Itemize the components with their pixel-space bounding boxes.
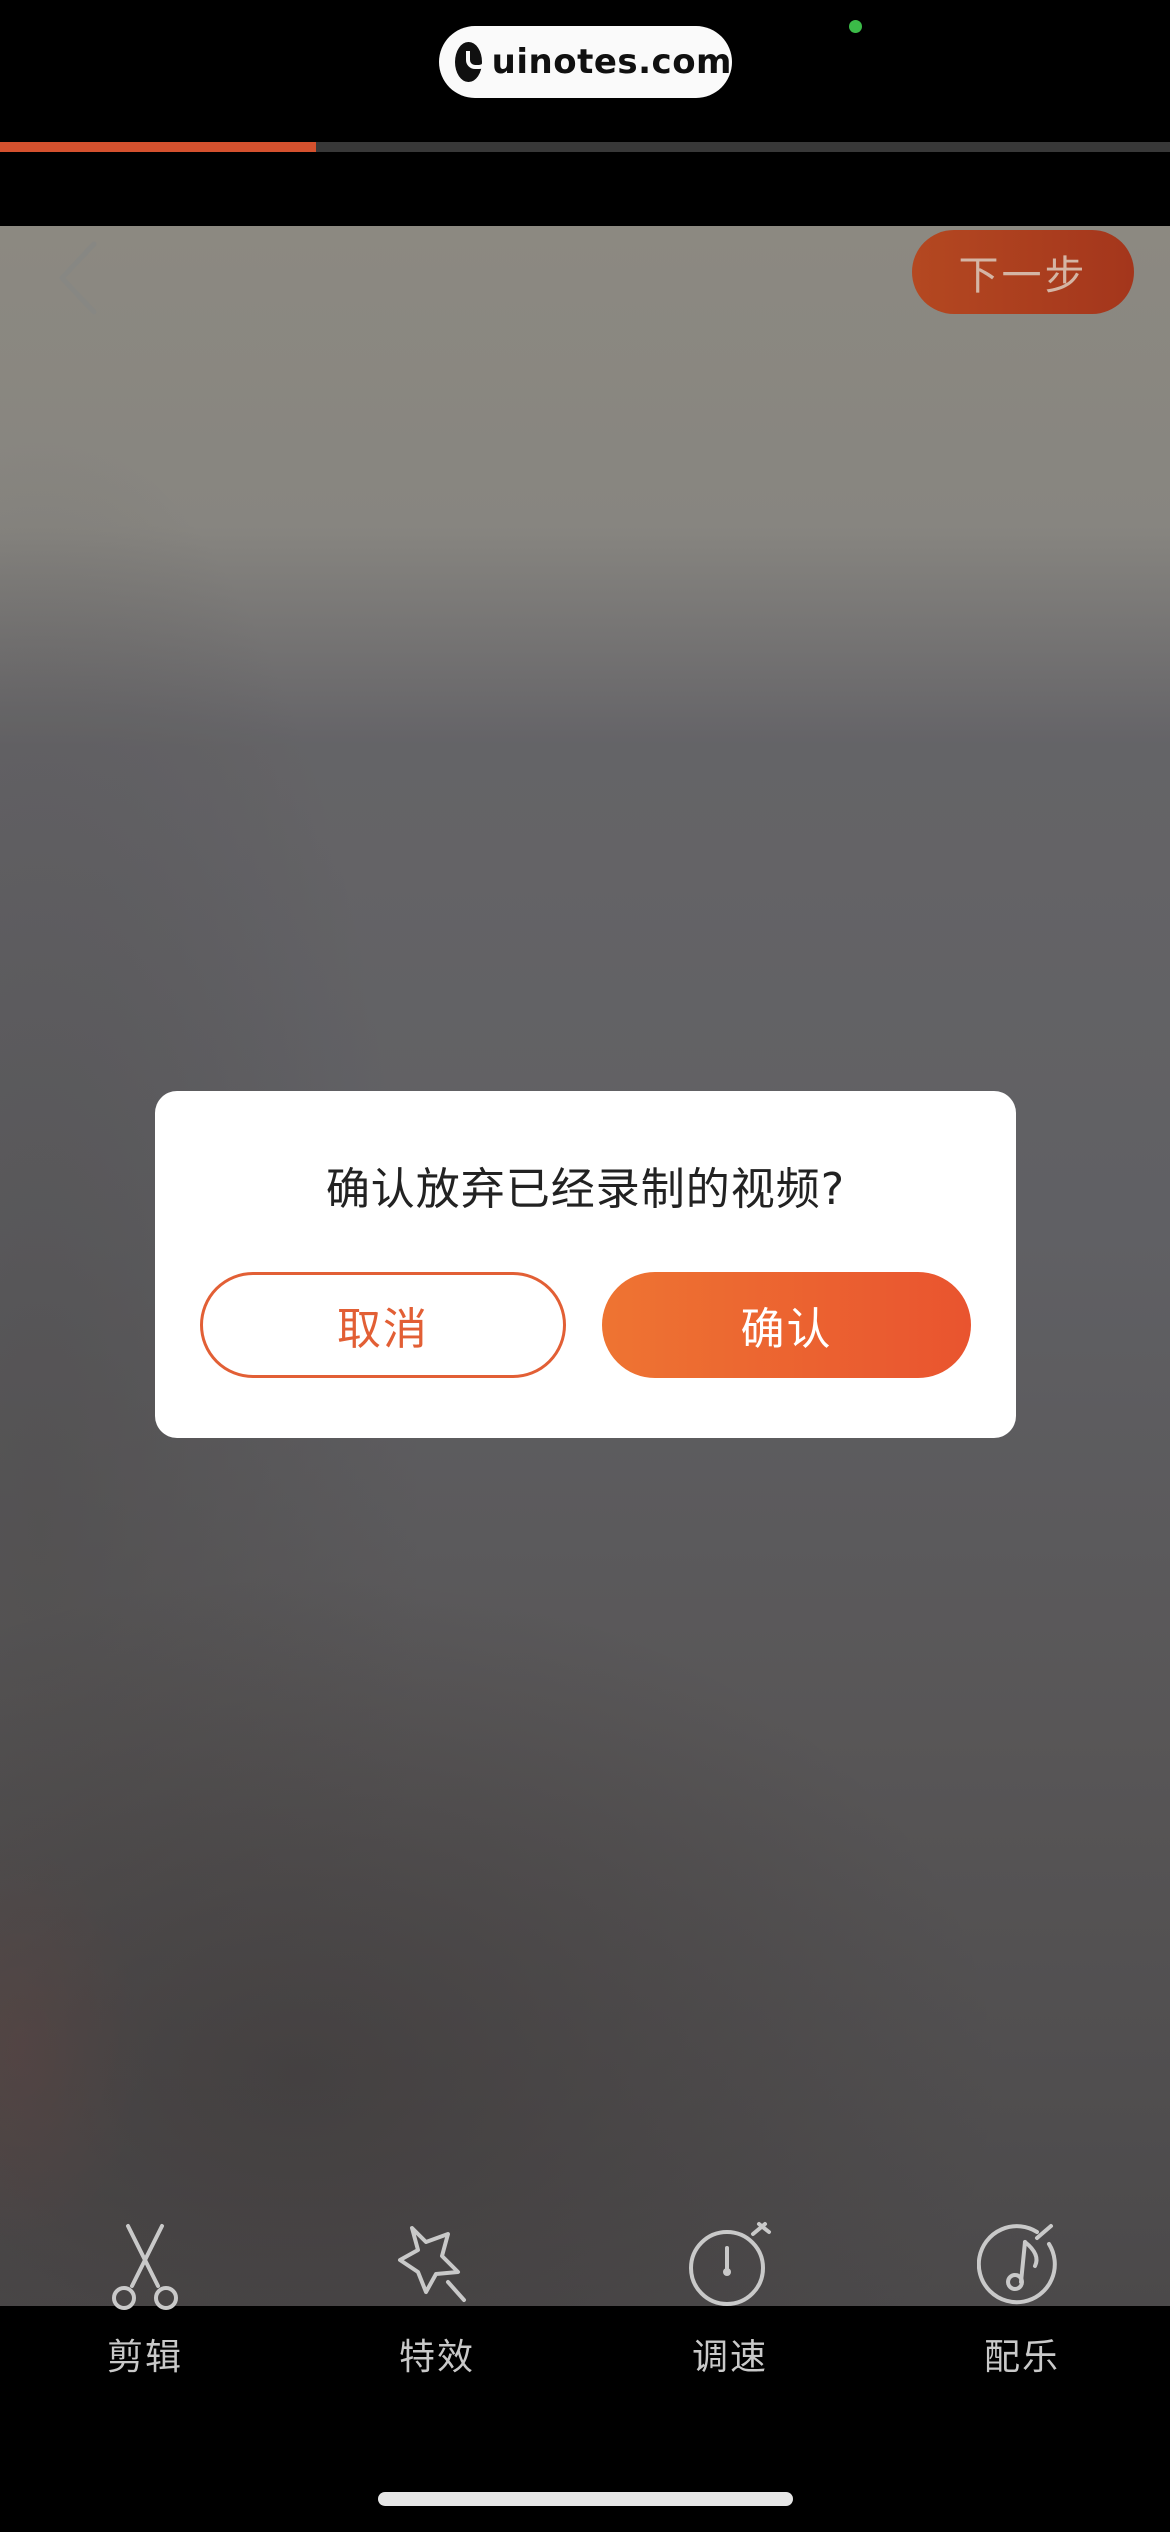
tool-music-label: 配乐 bbox=[983, 2337, 1060, 2378]
magic-wand-icon bbox=[398, 2226, 466, 2302]
home-indicator[interactable] bbox=[378, 2492, 793, 2506]
tool-edit-label: 剪辑 bbox=[106, 2337, 183, 2378]
edit-toolbar: 剪辑 特效 调速 配乐 bbox=[0, 2200, 1170, 2400]
confirm-button[interactable]: 确认 bbox=[602, 1272, 971, 1378]
stopwatch-icon bbox=[689, 2222, 771, 2306]
tool-effects-label: 特效 bbox=[398, 2337, 475, 2378]
dialog-message: 确认放弃已经录制的视频? bbox=[325, 1164, 846, 1215]
cancel-button[interactable]: 取消 bbox=[200, 1272, 566, 1378]
tool-effects[interactable]: 特效 bbox=[357, 2200, 517, 2400]
confirm-dialog: 确认放弃已经录制的视频? 取消 确认 bbox=[155, 1091, 1016, 1438]
tool-edit[interactable]: 剪辑 bbox=[65, 2200, 225, 2400]
tool-speed-label: 调速 bbox=[691, 2337, 768, 2378]
tool-music[interactable]: 配乐 bbox=[942, 2200, 1102, 2400]
tool-speed[interactable]: 调速 bbox=[650, 2200, 810, 2400]
scissors-icon bbox=[112, 2224, 178, 2310]
music-note-icon bbox=[977, 2224, 1057, 2305]
